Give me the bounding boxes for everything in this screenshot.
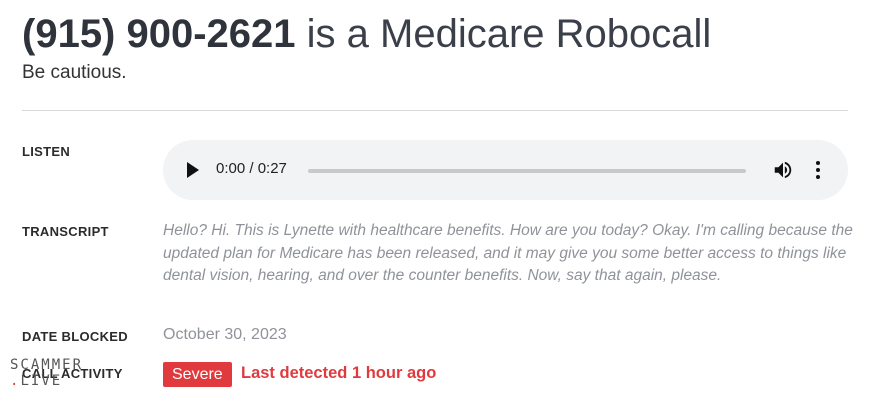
transcript-text: Hello? Hi. This is Lynette with healthca… — [163, 222, 853, 285]
logo-dot: . — [10, 373, 21, 389]
page-subtitle: Be cautious. — [22, 62, 127, 83]
audio-time: 0:00 / 0:27 — [216, 160, 287, 177]
play-icon[interactable] — [187, 162, 199, 178]
audio-player[interactable]: 0:00 / 0:27 — [163, 140, 848, 200]
last-detected-text: Last detected 1 hour ago — [241, 364, 437, 382]
divider — [22, 110, 848, 111]
date-blocked-label: DATE BLOCKED — [22, 329, 128, 344]
logo-line-2: LIVE — [20, 373, 63, 389]
logo-line-1: SCAMMER — [10, 357, 84, 373]
title-suffix: is a Medicare Robocall — [306, 12, 712, 56]
date-blocked-value: October 30, 2023 — [163, 326, 287, 343]
severity-badge: Severe — [163, 362, 232, 387]
phone-number: (915) 900-2621 — [22, 12, 296, 56]
transcript-label: TRANSCRIPT — [22, 224, 109, 239]
more-options-icon[interactable] — [808, 159, 828, 181]
volume-icon[interactable] — [772, 159, 794, 181]
listen-label: LISTEN — [22, 144, 71, 159]
audio-progress-bar[interactable] — [308, 169, 746, 173]
scammer-live-logo: SCAMMER .LIVE — [10, 357, 83, 389]
page-title: (915) 900-2621 is a Medicare Robocall — [22, 8, 711, 60]
